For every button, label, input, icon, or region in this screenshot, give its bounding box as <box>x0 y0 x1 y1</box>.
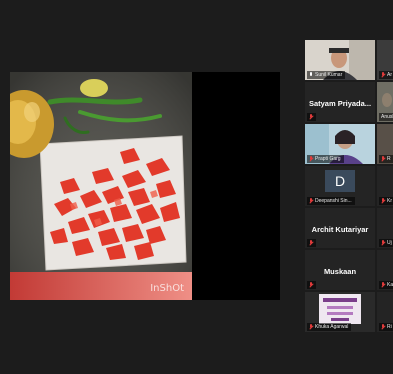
participant-tile[interactable]: Prapti Garg <box>305 124 375 164</box>
participant-name: Uj <box>387 240 392 246</box>
participant-name-label: Ri <box>379 323 393 331</box>
participant-name: Ri <box>387 324 392 330</box>
mic-muted-icon <box>381 240 385 246</box>
participant-name-label: Khuka Agarwal <box>307 323 352 331</box>
participant-gallery: Sunil Kumar Ar Satyam Priyada... Anus Pr… <box>305 40 393 335</box>
participant-tile[interactable]: Khuka Agarwal <box>305 292 375 332</box>
mic-muted-icon <box>381 72 385 78</box>
participant-tile[interactable]: D Deepanshi Sin... <box>305 166 375 206</box>
participant-name: Ar <box>387 72 392 78</box>
participant-name: Deepanshi Sin... <box>315 198 352 204</box>
participant-name-label: Prapti Garg <box>307 155 344 163</box>
shared-screen-view[interactable]: InShOt <box>10 72 280 300</box>
participant-tile[interactable]: Uj <box>377 208 393 248</box>
participant-name: Ka <box>387 282 393 288</box>
participant-name-label: Deepanshi Sin... <box>307 197 355 205</box>
participant-name-label <box>307 281 316 289</box>
mic-muted-icon <box>381 282 385 288</box>
participant-tile[interactable]: Muskaan <box>305 250 375 290</box>
participant-tile[interactable]: Anush <box>377 82 393 122</box>
participant-avatar: D <box>325 170 355 192</box>
mic-muted-icon <box>309 282 313 288</box>
mic-muted-icon <box>309 156 313 162</box>
participant-tile[interactable]: Sunil Kumar <box>305 40 375 80</box>
mic-muted-icon <box>381 156 385 162</box>
mic-muted-icon <box>309 198 313 204</box>
participant-name-label: Kr <box>379 197 393 205</box>
inshot-watermark: InShOt <box>150 283 184 294</box>
participant-name: Sunil Kumar <box>315 72 343 78</box>
mic-muted-icon <box>381 198 385 204</box>
participant-tile[interactable]: Kr <box>377 166 393 206</box>
participant-tile[interactable]: Ka <box>377 250 393 290</box>
mic-icon <box>309 72 313 78</box>
participant-name-label: Sunil Kumar <box>307 71 346 79</box>
participant-display-name: Muskaan <box>323 267 357 276</box>
mic-muted-icon <box>309 324 313 330</box>
participant-tile[interactable]: Ri <box>377 292 393 332</box>
participant-name-label: Ka <box>379 281 393 289</box>
mic-muted-icon <box>309 240 313 246</box>
participant-tile[interactable]: R <box>377 124 393 164</box>
participant-name-label: Ar <box>379 71 393 79</box>
participant-tile[interactable]: Satyam Priyada... <box>305 82 375 122</box>
mic-muted-icon <box>381 324 385 330</box>
participant-name: Anush <box>381 114 393 120</box>
participant-name: Kr <box>387 198 392 204</box>
participant-tile[interactable]: Ar <box>377 40 393 80</box>
food-image <box>10 72 192 300</box>
meeting-screen: InShOt Sunil Kumar Ar Satyam Priyada... … <box>0 0 393 374</box>
participant-name: R <box>387 156 391 162</box>
participant-name-label <box>307 239 316 247</box>
participant-name-label: Uj <box>379 239 393 247</box>
participant-name: Prapti Garg <box>315 156 341 162</box>
participant-name-label: Anush <box>379 113 393 121</box>
participant-display-name: Archit Kutariyar <box>311 225 369 234</box>
participant-tile[interactable]: Archit Kutariyar <box>305 208 375 248</box>
participant-name-label: R <box>379 155 393 163</box>
participant-name: Khuka Agarwal <box>315 324 349 330</box>
shared-food-photo: InShOt <box>10 72 192 300</box>
mic-muted-icon <box>309 114 313 120</box>
participant-name-label <box>307 113 316 121</box>
participant-display-name: Satyam Priyada... <box>308 99 372 108</box>
